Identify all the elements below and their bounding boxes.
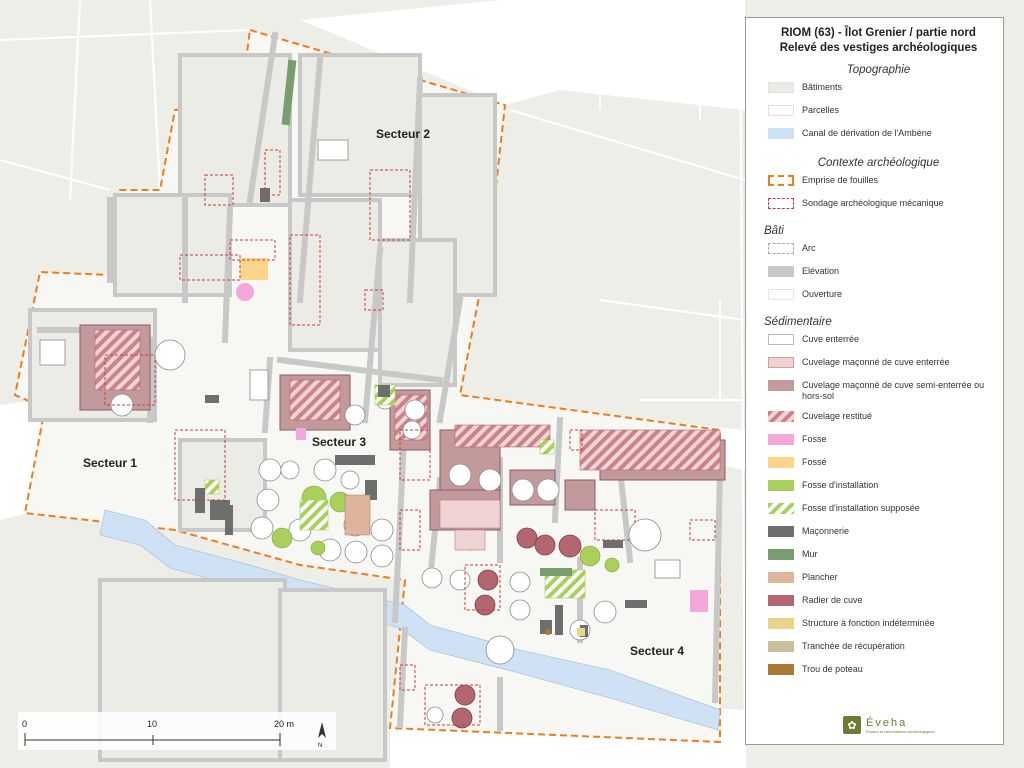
swatch-fosse2 bbox=[768, 457, 794, 468]
legend-label: Trou de poteau bbox=[802, 664, 863, 674]
swatch-cuvelage-restitue bbox=[768, 411, 794, 422]
legend-label: Fossé bbox=[802, 457, 827, 467]
legend-label: Emprise de fouilles bbox=[802, 175, 879, 185]
swatch-trou bbox=[768, 664, 794, 675]
legend-label: Maçonnerie bbox=[802, 526, 850, 536]
swatch-cuvelage-enterree bbox=[768, 357, 794, 368]
sector-label: Secteur 2 bbox=[376, 127, 430, 141]
structure bbox=[577, 628, 585, 636]
legend-item-mur: Mur bbox=[764, 547, 993, 570]
legend-label: Arc bbox=[802, 243, 816, 253]
north-label: N bbox=[318, 743, 322, 749]
legend-label: Cuvelage restitué bbox=[802, 411, 873, 421]
swatch-cuvelage-semi bbox=[768, 380, 794, 391]
legend-item-trou: Trou de poteau bbox=[764, 662, 993, 685]
swatch-parcelles bbox=[768, 105, 794, 116]
legend-panel: RIOM (63) - Îlot Grenier / partie nord R… bbox=[745, 17, 1004, 745]
swatch-mur bbox=[768, 549, 794, 560]
legend-title: RIOM (63) - Îlot Grenier / partie nord R… bbox=[764, 26, 993, 56]
swatch-maconnerie bbox=[768, 526, 794, 537]
legend-item-fosse2: Fossé bbox=[764, 455, 993, 478]
legend-item-cuvelage-semi: Cuvelage maçonné de cuve semi-enterrée o… bbox=[764, 378, 993, 409]
legend-item-sondage: Sondage archéologique mécanique bbox=[764, 196, 993, 219]
swatch-batiments bbox=[768, 82, 794, 93]
legend-label: Fosse d'installation bbox=[802, 480, 879, 490]
swatch-radier bbox=[768, 595, 794, 606]
legend-title-line2: Relevé des vestiges archéologiques bbox=[779, 42, 978, 54]
scale-tick-label: 0 bbox=[22, 719, 27, 729]
legend-item-batiments: Bâtiments bbox=[764, 80, 993, 103]
swatch-fosse bbox=[768, 434, 794, 445]
legend-item-arc: Arc bbox=[764, 241, 993, 264]
legend-title-line1: RIOM (63) - Îlot Grenier / partie nord bbox=[781, 27, 976, 39]
swatch-ouverture bbox=[768, 289, 794, 300]
legend-label: Elévation bbox=[802, 266, 840, 276]
legend-label: Cuvelage maçonné de cuve enterrée bbox=[802, 357, 950, 367]
scale-tick-label: 10 bbox=[147, 719, 157, 729]
swatch-arc bbox=[768, 243, 794, 254]
legend-item-fosse-installation: Fosse d'installation bbox=[764, 478, 993, 501]
legend-item-cuve-enterree: Cuve enterrée bbox=[764, 332, 993, 355]
legend-label: Ouverture bbox=[802, 289, 843, 299]
legend-item-cuvelage-enterree: Cuvelage maçonné de cuve enterrée bbox=[764, 355, 993, 378]
legend-label: Sondage archéologique mécanique bbox=[802, 198, 944, 208]
legend-item-fosse: Fosse bbox=[764, 432, 993, 455]
swatch-structure bbox=[768, 618, 794, 629]
legend-label: Radier de cuve bbox=[802, 595, 863, 605]
swatch-tranchee bbox=[768, 641, 794, 652]
legend-label: Cuve enterrée bbox=[802, 334, 860, 344]
swatch-plancher bbox=[768, 572, 794, 583]
sector-label: Secteur 3 bbox=[312, 435, 366, 449]
legend-label: Plancher bbox=[802, 572, 838, 582]
legend-label: Bâtiments bbox=[802, 82, 843, 92]
legend-label: Parcelles bbox=[802, 105, 840, 115]
legend-section-sedimentaire: Sédimentaire bbox=[764, 316, 832, 328]
scale-bar: 0 10 20 m N bbox=[18, 712, 336, 750]
eveha-logo: ✿ Éveha Etudes et valorisations archéolo… bbox=[843, 716, 935, 734]
trou-de-poteau bbox=[545, 629, 551, 635]
swatch-sondage bbox=[768, 198, 794, 209]
legend-item-elevation: Elévation bbox=[764, 264, 993, 287]
legend-item-emprise: Emprise de fouilles bbox=[764, 173, 993, 196]
legend-label: Fosse d'installation supposée bbox=[802, 503, 920, 513]
fosse2 bbox=[240, 258, 268, 280]
legend-item-ouverture: Ouverture bbox=[764, 287, 993, 310]
legend-label: Mur bbox=[802, 549, 818, 559]
legend-section-topographie: Topographie bbox=[846, 64, 911, 76]
legend-label: Cuvelage maçonné de cuve semi-enterrée o… bbox=[802, 380, 985, 401]
legend-item-maconnerie: Maçonnerie bbox=[764, 524, 993, 547]
legend-item-plancher: Plancher bbox=[764, 570, 993, 593]
legend-label: Tranchée de récupération bbox=[802, 641, 905, 651]
legend-item-cuvelage-restitue: Cuvelage restitué bbox=[764, 409, 993, 432]
sector-label: Secteur 1 bbox=[83, 456, 137, 470]
plancher bbox=[344, 494, 371, 536]
legend-item-fosse-installation-supposee: Fosse d'installation supposée bbox=[764, 501, 993, 524]
legend-label: Canal de dérivation de l'Ambène bbox=[802, 128, 932, 138]
swatch-emprise bbox=[768, 175, 794, 186]
scale-tick-label: 20 m bbox=[274, 719, 294, 729]
logo-name: Éveha bbox=[866, 716, 908, 729]
eveha-logo-icon: ✿ bbox=[843, 716, 861, 734]
logo-subtitle: Etudes et valorisations archéologiques bbox=[866, 728, 935, 734]
legend-label: Structure à fonction indéterminée bbox=[802, 618, 935, 628]
swatch-fosse-installation-supposee bbox=[768, 503, 794, 514]
swatch-elevation bbox=[768, 266, 794, 277]
legend-item-radier: Radier de cuve bbox=[764, 593, 993, 616]
legend-label: Fosse bbox=[802, 434, 827, 444]
swatch-cuve-enterree bbox=[768, 334, 794, 345]
legend-item-structure: Structure à fonction indéterminée bbox=[764, 616, 993, 639]
legend-item-tranchee: Tranchée de récupération bbox=[764, 639, 993, 662]
swatch-canal bbox=[768, 128, 794, 139]
legend-section-contexte: Contexte archéologique bbox=[817, 157, 940, 169]
legend-item-canal: Canal de dérivation de l'Ambène bbox=[764, 126, 993, 149]
legend-section-bati: Bâti bbox=[764, 225, 784, 237]
map-stage: Secteur 1 Secteur 2 Secteur 3 Secteur 4 … bbox=[0, 0, 1024, 768]
sector-label: Secteur 4 bbox=[630, 644, 684, 658]
swatch-fosse-installation bbox=[768, 480, 794, 491]
legend-item-parcelles: Parcelles bbox=[764, 103, 993, 126]
